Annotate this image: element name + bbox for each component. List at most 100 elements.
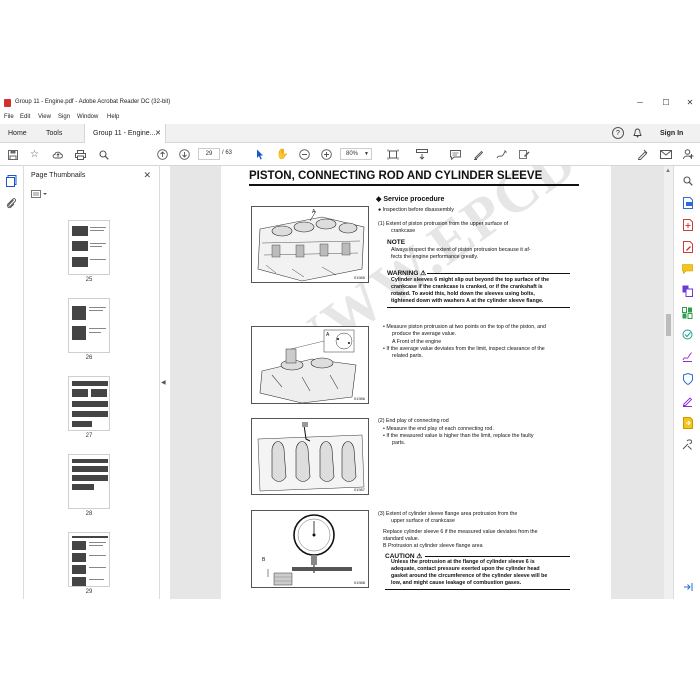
warning-line-2: crankcase if the crankcase is cranked, o… — [391, 284, 543, 290]
next-page-icon[interactable] — [178, 148, 191, 161]
page-number-input[interactable]: 29 — [198, 148, 220, 160]
warning-line-1: Cylinder sleeves 6 might slip out beyond… — [391, 277, 550, 283]
fit-page-icon[interactable] — [386, 148, 399, 161]
chevron-down-icon: ▼ — [364, 151, 369, 157]
select-cursor-icon[interactable] — [253, 148, 266, 161]
main-toolbar: ☆ 29 / 63 ✋ 80% ▼ — [0, 143, 700, 166]
measure-line-3: A Front of the engine — [392, 339, 442, 345]
tab-home[interactable]: Home — [8, 124, 27, 143]
page-title: PISTON, CONNECTING ROD AND CYLINDER SLEE… — [249, 170, 579, 186]
right-tools-rail — [673, 166, 700, 599]
more-tools-icon[interactable] — [681, 438, 694, 451]
combine-files-icon[interactable] — [681, 284, 694, 297]
sign-pen-icon[interactable] — [636, 148, 649, 161]
close-window-button[interactable]: ✕ — [684, 98, 696, 108]
close-panel-icon[interactable]: ✕ — [143, 170, 151, 181]
document-scrollbar[interactable]: ▲ — [664, 166, 673, 599]
tab-document-label: Group 11 - Engine.... — [93, 130, 158, 137]
item1-title-line2: crankcase — [391, 228, 416, 234]
maximize-button[interactable]: ☐ — [660, 98, 672, 108]
warning-label: WARNING ⚠ — [387, 270, 427, 277]
thumbnail-label-27: 27 — [85, 433, 93, 439]
caution-line-1: Unless the protrusion at the flange of c… — [391, 559, 535, 565]
zoom-level-select[interactable]: 80% ▼ — [340, 148, 372, 160]
zoom-level-value: 80% — [346, 151, 359, 157]
search-icon[interactable] — [97, 148, 110, 161]
thumbnail-page-27[interactable] — [68, 376, 110, 431]
bookmark-star-icon[interactable]: ☆ — [28, 148, 41, 161]
print-icon[interactable] — [74, 148, 87, 161]
figure-connecting-rod: 01987 — [251, 418, 369, 495]
collapse-panel-icon[interactable]: ◀ — [161, 379, 166, 386]
acrobat-app-icon — [4, 99, 11, 107]
fill-sign-tool-icon[interactable] — [681, 394, 694, 407]
zoom-in-icon[interactable] — [320, 148, 333, 161]
thumbnail-options-menu[interactable] — [31, 190, 51, 200]
menu-view[interactable]: View — [38, 114, 51, 120]
page-thumbnails-icon[interactable] — [6, 174, 18, 192]
comment-tool-icon[interactable] — [681, 262, 694, 275]
item3-title-line2: upper surface of crankcase — [391, 518, 455, 524]
notifications-icon[interactable] — [633, 124, 642, 143]
left-navigation-rail — [0, 166, 24, 599]
figure-dial-gauge: B 01988 — [251, 510, 369, 588]
save-icon[interactable] — [6, 148, 19, 161]
thumbnail-page-28[interactable] — [68, 454, 110, 509]
menu-window[interactable]: Window — [77, 114, 98, 120]
create-pdf-icon[interactable] — [681, 218, 694, 231]
figure-piston-measurement: A 01986 — [251, 326, 369, 404]
caution-line-4: low, and might cause leakage of combusti… — [391, 580, 522, 586]
thumbnail-page-25[interactable] — [68, 220, 110, 275]
figure-code-4: 01988 — [353, 580, 365, 585]
thumbnail-label-29: 29 — [85, 589, 93, 595]
note-line-1: Always inspect the extent of piston prot… — [391, 247, 531, 253]
highlight-pen-icon[interactable] — [472, 148, 485, 161]
item3-line-3: B Protrusion at cylinder sleeve flange a… — [383, 543, 483, 549]
search-tools-icon[interactable] — [681, 174, 694, 187]
previous-page-icon[interactable] — [156, 148, 169, 161]
tab-tools[interactable]: Tools — [46, 124, 62, 143]
item2-line-2: • If the measured value is higher than t… — [383, 433, 534, 439]
draw-icon[interactable] — [495, 148, 508, 161]
scroll-up-icon[interactable]: ▲ — [665, 168, 671, 174]
collapse-right-panel-icon[interactable] — [681, 580, 694, 593]
menu-help[interactable]: Help — [107, 114, 119, 120]
tab-document[interactable]: Group 11 - Engine.... ✕ — [84, 124, 166, 143]
document-view[interactable]: WWW.EPCDOC.COM PISTON, CONNECTING ROD AN… — [170, 166, 664, 599]
comment-icon[interactable] — [449, 148, 462, 161]
zoom-out-icon[interactable] — [298, 148, 311, 161]
export-pdf-icon[interactable] — [681, 196, 694, 209]
share-user-icon[interactable] — [682, 148, 695, 161]
sign-in-button[interactable]: Sign In — [660, 124, 683, 143]
fill-sign-icon[interactable] — [518, 148, 531, 161]
upload-cloud-icon[interactable] — [51, 148, 64, 161]
email-icon[interactable] — [659, 148, 672, 161]
scroll-mode-icon[interactable] — [415, 148, 428, 161]
enhance-scans-icon[interactable] — [681, 328, 694, 341]
protect-shield-icon[interactable] — [681, 372, 694, 385]
request-signature-icon[interactable] — [681, 350, 694, 363]
organize-pages-icon[interactable] — [681, 306, 694, 319]
menu-edit[interactable]: Edit — [20, 114, 30, 120]
window-title: Group 11 - Engine.pdf - Adobe Acrobat Re… — [15, 99, 171, 105]
figure-piston-protrusion: A 01985 — [251, 206, 369, 283]
thumbnail-label-26: 26 — [85, 355, 93, 361]
minimize-button[interactable]: ─ — [634, 98, 646, 108]
caution-rule — [425, 556, 570, 557]
tab-bar: Home Tools Group 11 - Engine.... ✕ ? Sig… — [0, 124, 700, 143]
acrobat-window: Group 11 - Engine.pdf - Adobe Acrobat Re… — [0, 94, 700, 599]
thumbnail-page-26[interactable] — [68, 298, 110, 353]
hand-tool-icon[interactable]: ✋ — [276, 148, 289, 161]
document-scroll-thumb[interactable] — [666, 314, 671, 336]
menu-file[interactable]: File — [4, 114, 14, 120]
note-label: NOTE — [387, 239, 406, 246]
close-tab-icon[interactable]: ✕ — [155, 124, 161, 143]
thumbnail-page-29[interactable] — [68, 532, 110, 587]
menu-sign[interactable]: Sign — [58, 114, 70, 120]
thumbnail-label-28: 28 — [85, 511, 93, 517]
help-icon[interactable]: ? — [612, 127, 624, 139]
attachment-paperclip-icon[interactable] — [6, 196, 16, 214]
edit-pdf-icon[interactable] — [681, 240, 694, 253]
warning-rule — [427, 273, 570, 274]
send-for-review-icon[interactable] — [681, 416, 694, 429]
